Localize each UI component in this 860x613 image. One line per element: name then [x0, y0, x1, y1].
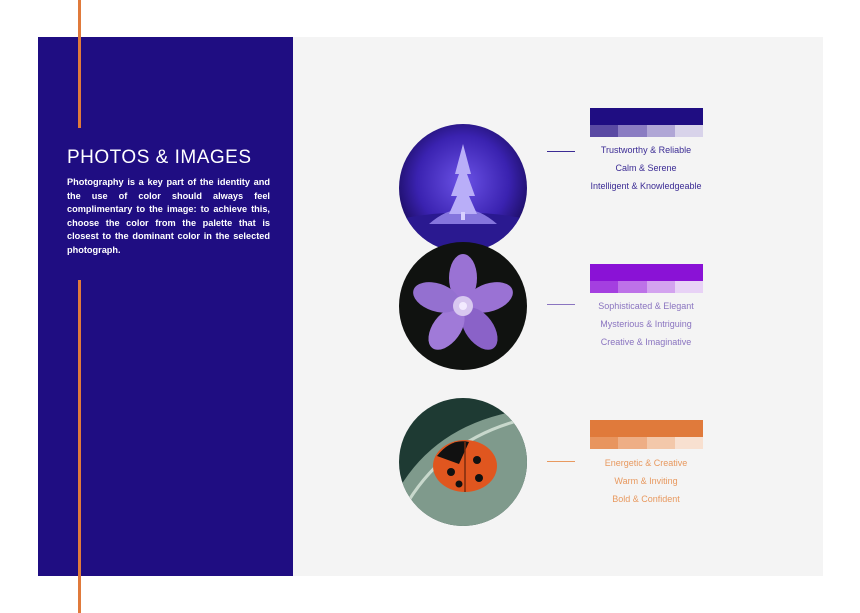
palette-main-swatch	[590, 264, 703, 281]
traits-list-3: Energetic & Creative Warm & Inviting Bol…	[571, 454, 721, 508]
palette-tint-swatch	[646, 125, 675, 137]
palette-tints	[590, 125, 703, 137]
trait-item: Intelligent & Knowledgeable	[590, 181, 702, 191]
palette-tint-swatch	[674, 125, 703, 137]
palette-main-swatch	[590, 108, 703, 125]
palette-1	[590, 108, 703, 137]
ladybug-photo-icon	[399, 398, 527, 526]
palette-tint-swatch	[674, 281, 703, 293]
palette-3	[590, 420, 703, 449]
tree-photo-icon	[399, 124, 527, 252]
section-title: PHOTOS & IMAGES	[67, 147, 252, 168]
trait-item: Energetic & Creative	[604, 458, 688, 468]
traits-list-2: Sophisticated & Elegant Mysterious & Int…	[571, 297, 721, 351]
palette-main-swatch	[590, 420, 703, 437]
palette-tint-swatch	[646, 281, 675, 293]
right-panel	[293, 37, 823, 576]
palette-tint-swatch	[618, 125, 647, 137]
section-body: Photography is a key part of the identit…	[67, 177, 270, 255]
trait-item: Mysterious & Intriguing	[600, 319, 692, 329]
palette-2	[590, 264, 703, 293]
traits-list-1: Trustworthy & Reliable Calm & Serene Int…	[571, 141, 721, 195]
palette-tint-swatch	[590, 437, 619, 449]
palette-tint-swatch	[618, 281, 647, 293]
trait-item: Sophisticated & Elegant	[598, 301, 694, 311]
brand-guide-page: PHOTOS & IMAGES Photography is a key par…	[0, 0, 860, 613]
palette-tint-swatch	[590, 125, 619, 137]
trait-item: Trustworthy & Reliable	[600, 145, 692, 155]
palette-tint-swatch	[674, 437, 703, 449]
trait-item: Calm & Serene	[615, 163, 677, 173]
trait-item: Creative & Imaginative	[600, 337, 692, 347]
flower-photo-icon	[399, 242, 527, 370]
trait-item: Warm & Inviting	[614, 476, 678, 486]
accent-line-top	[78, 0, 81, 128]
palette-tints	[590, 437, 703, 449]
palette-tints	[590, 281, 703, 293]
trait-item: Bold & Confident	[612, 494, 680, 504]
palette-tint-swatch	[646, 437, 675, 449]
accent-line-bottom	[78, 280, 81, 613]
palette-tint-swatch	[590, 281, 619, 293]
left-panel	[38, 37, 293, 576]
palette-tint-swatch	[618, 437, 647, 449]
